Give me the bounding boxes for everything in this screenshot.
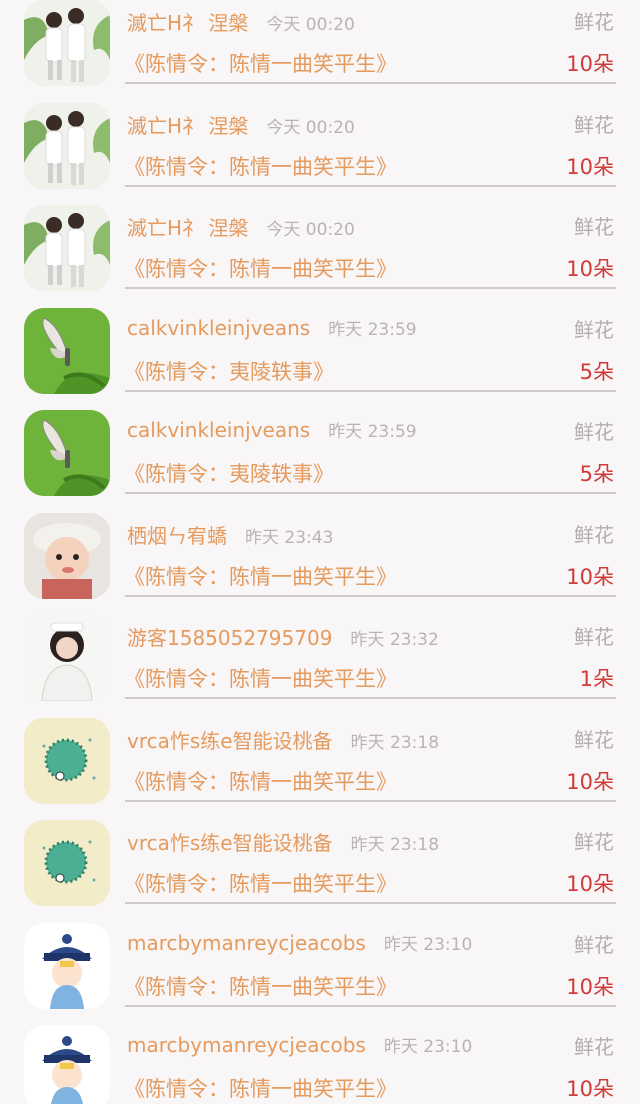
gift-time: 昨天 23:18 bbox=[350, 732, 440, 753]
avatar-green-ball-icon[interactable] bbox=[24, 717, 110, 804]
gift-type: 鲜花 bbox=[574, 830, 614, 854]
gift-count: 10朵 bbox=[566, 1077, 614, 1101]
work-title[interactable]: 《陈情令：夷陵轶事》 bbox=[124, 356, 334, 386]
avatar-boys-photo-icon[interactable] bbox=[24, 102, 110, 189]
avatar-child-photo-icon[interactable] bbox=[24, 512, 110, 599]
gift-record-row[interactable]: 滅亡H礻 涅槃 今天 00:20 鲜花 《陈情令：陈情一曲笑平生》 10朵 bbox=[0, 205, 640, 308]
gift-time: 昨天 23:43 bbox=[245, 527, 334, 548]
work-title[interactable]: 《陈情令：陈情一曲笑平生》 bbox=[124, 1073, 397, 1103]
gift-record-row[interactable]: 栖烟ㄣ宥蟜 昨天 23:43 鲜花 《陈情令：陈情一曲笑平生》 10朵 bbox=[0, 512, 640, 616]
gift-type: 鲜花 bbox=[574, 1035, 614, 1059]
gift-time: 今天 00:20 bbox=[266, 15, 355, 35]
avatar-butterfly-icon[interactable] bbox=[24, 410, 110, 496]
user-name[interactable]: 游客1585052795709 昨天 23:32 bbox=[127, 622, 439, 651]
gift-type: 鲜花 bbox=[574, 932, 614, 957]
gift-record-row[interactable]: vrca怍s练e智能设桃备 昨天 23:18 鲜花 《陈情令：陈情一曲笑平生》 1… bbox=[0, 820, 640, 923]
row-divider bbox=[125, 1004, 616, 1007]
user-name-text: 游客1585052795709 bbox=[127, 626, 333, 650]
user-name-text: vrca怍s练e智能设桃备 bbox=[127, 728, 333, 753]
gift-count: 5朵 bbox=[579, 359, 614, 384]
work-title[interactable]: 《陈情令：陈情一曲笑平生》 bbox=[124, 663, 397, 693]
gift-time: 昨天 23:18 bbox=[350, 835, 440, 855]
user-name[interactable]: vrca怍s练e智能设桃备 昨天 23:18 bbox=[127, 725, 439, 754]
user-name[interactable]: 滅亡H礻 涅槃 今天 00:20 bbox=[127, 110, 355, 139]
row-divider bbox=[125, 492, 616, 494]
user-name-text: marcbymanreycjeacobs bbox=[127, 930, 366, 955]
user-name-text: 栖烟ㄣ宥蟜 bbox=[127, 523, 227, 548]
user-name[interactable]: calkvinkleinjveans 昨天 23:59 bbox=[127, 315, 417, 340]
gift-type: 鲜花 bbox=[574, 727, 614, 752]
gift-type: 鲜花 bbox=[574, 420, 614, 444]
user-name[interactable]: 栖烟ㄣ宥蟜 昨天 23:43 bbox=[127, 520, 333, 549]
gift-count: 10朵 bbox=[566, 564, 614, 589]
work-title[interactable]: 《陈情令：陈情一曲笑平生》 bbox=[124, 151, 397, 181]
avatar-cartoon-official-icon[interactable] bbox=[24, 922, 110, 1009]
user-name[interactable]: 滅亡H礻 涅槃 今天 00:20 bbox=[127, 212, 355, 241]
row-divider bbox=[125, 389, 616, 392]
row-divider bbox=[125, 799, 616, 802]
user-name-text: calkvinkleinjveans bbox=[127, 418, 311, 442]
gift-record-row[interactable]: calkvinkleinjveans 昨天 23:59 鲜花 《陈情令：夷陵轶事》… bbox=[0, 307, 640, 411]
work-title[interactable]: 《陈情令：陈情一曲笑平生》 bbox=[124, 561, 397, 591]
gift-type: 鲜花 bbox=[574, 112, 614, 137]
row-divider bbox=[125, 287, 616, 289]
gift-time: 今天 00:20 bbox=[266, 220, 355, 240]
gift-time: 昨天 23:59 bbox=[328, 319, 417, 340]
gift-time: 昨天 23:59 bbox=[328, 422, 417, 442]
avatar-butterfly-icon[interactable] bbox=[24, 307, 110, 394]
gift-record-list: 滅亡H礻 涅槃 今天 00:20 鲜花 《陈情令：陈情一曲笑平生》 10朵 滅亡H… bbox=[0, 0, 640, 1104]
gift-type: 鲜花 bbox=[574, 625, 614, 649]
user-name[interactable]: calkvinkleinjveans 昨天 23:59 bbox=[127, 417, 417, 442]
user-name-text: marcbymanreycjeacobs bbox=[127, 1033, 366, 1057]
avatar-boys-photo-icon[interactable] bbox=[24, 205, 110, 291]
gift-count: 10朵 bbox=[566, 872, 614, 896]
gift-type: 鲜花 bbox=[574, 522, 614, 547]
work-title[interactable]: 《陈情令：陈情一曲笑平生》 bbox=[124, 253, 397, 283]
gift-count: 10朵 bbox=[566, 257, 614, 281]
user-name[interactable]: marcbymanreycjeacobs 昨天 23:10 bbox=[127, 1032, 472, 1057]
gift-count: 1朵 bbox=[579, 667, 614, 691]
gift-time: 昨天 23:10 bbox=[383, 1037, 473, 1057]
gift-count: 10朵 bbox=[566, 974, 614, 999]
user-name-text: vrca怍s练e智能设桃备 bbox=[127, 831, 333, 855]
user-name-text: 滅亡H礻 涅槃 bbox=[127, 216, 249, 240]
gift-record-row[interactable]: marcbymanreycjeacobs 昨天 23:10 鲜花 《陈情令：陈情一… bbox=[0, 1025, 640, 1104]
gift-type: 鲜花 bbox=[574, 317, 614, 342]
gift-record-row[interactable]: 滅亡H礻 涅槃 今天 00:20 鲜花 《陈情令：陈情一曲笑平生》 10朵 bbox=[0, 102, 640, 206]
work-title[interactable]: 《陈情令：夷陵轶事》 bbox=[124, 458, 334, 488]
user-name-text: 滅亡H礻 涅槃 bbox=[127, 11, 249, 35]
work-title[interactable]: 《陈情令：陈情一曲笑平生》 bbox=[124, 766, 397, 796]
avatar-green-ball-icon[interactable] bbox=[24, 820, 110, 906]
gift-count: 5朵 bbox=[579, 462, 614, 486]
gift-type: 鲜花 bbox=[574, 10, 614, 34]
user-name-text: calkvinkleinjveans bbox=[127, 315, 311, 340]
row-divider bbox=[125, 594, 616, 597]
gift-time: 昨天 23:32 bbox=[350, 630, 439, 650]
user-name[interactable]: vrca怍s练e智能设桃备 昨天 23:18 bbox=[127, 827, 439, 856]
avatar-boys-photo-icon[interactable] bbox=[24, 0, 110, 86]
user-name-text: 滅亡H礻 涅槃 bbox=[127, 113, 249, 138]
work-title[interactable]: 《陈情令：陈情一曲笑平生》 bbox=[124, 971, 397, 1001]
gift-time: 今天 00:20 bbox=[266, 117, 355, 138]
work-title[interactable]: 《陈情令：陈情一曲笑平生》 bbox=[124, 48, 397, 78]
user-name[interactable]: marcbymanreycjeacobs 昨天 23:10 bbox=[127, 930, 472, 955]
work-title[interactable]: 《陈情令：陈情一曲笑平生》 bbox=[124, 868, 397, 898]
user-name[interactable]: 滅亡H礻 涅槃 今天 00:20 bbox=[127, 7, 355, 36]
gift-record-row[interactable]: calkvinkleinjveans 昨天 23:59 鲜花 《陈情令：夷陵轶事》… bbox=[0, 410, 640, 513]
row-divider bbox=[125, 184, 616, 187]
gift-count: 10朵 bbox=[566, 154, 614, 179]
gift-count: 10朵 bbox=[566, 769, 614, 794]
gift-record-row[interactable]: marcbymanreycjeacobs 昨天 23:10 鲜花 《陈情令：陈情一… bbox=[0, 922, 640, 1026]
gift-time: 昨天 23:10 bbox=[383, 934, 473, 955]
avatar-cartoon-official-icon[interactable] bbox=[24, 1025, 110, 1104]
row-divider bbox=[125, 697, 616, 699]
gift-count: 10朵 bbox=[566, 52, 614, 76]
gift-type: 鲜花 bbox=[574, 215, 614, 239]
gift-record-row[interactable]: vrca怍s练e智能设桃备 昨天 23:18 鲜花 《陈情令：陈情一曲笑平生》 1… bbox=[0, 717, 640, 821]
row-divider bbox=[125, 82, 616, 84]
gift-record-row[interactable]: 滅亡H礻 涅槃 今天 00:20 鲜花 《陈情令：陈情一曲笑平生》 10朵 bbox=[0, 0, 640, 103]
row-divider bbox=[125, 902, 616, 904]
avatar-girl-photo-icon[interactable] bbox=[24, 615, 110, 701]
gift-record-row[interactable]: 游客1585052795709 昨天 23:32 鲜花 《陈情令：陈情一曲笑平生》… bbox=[0, 615, 640, 718]
